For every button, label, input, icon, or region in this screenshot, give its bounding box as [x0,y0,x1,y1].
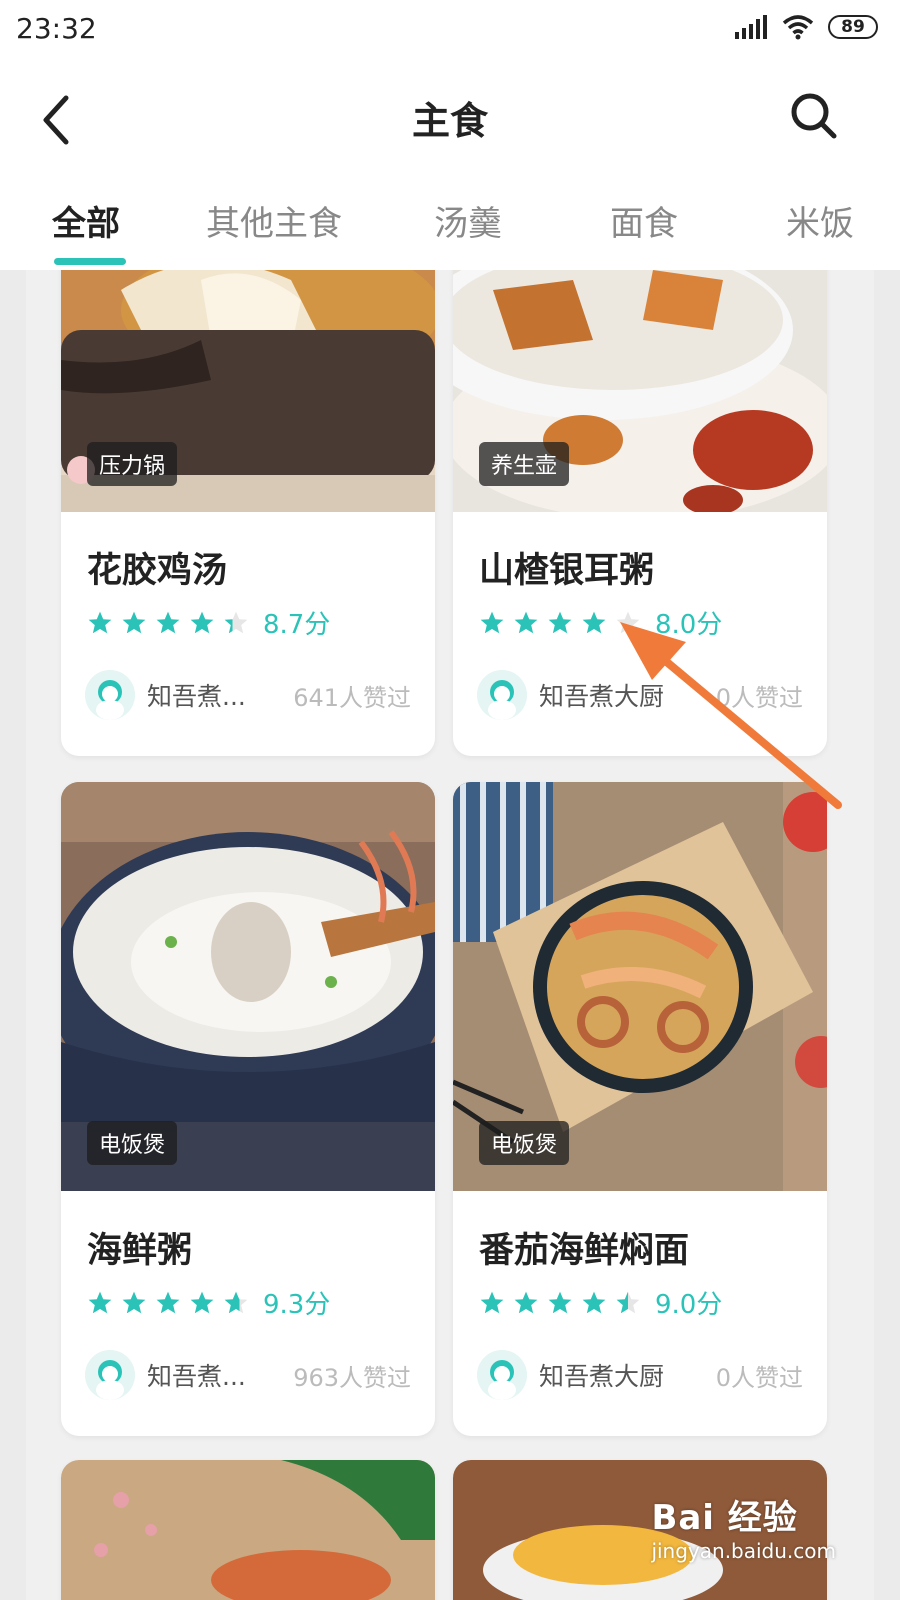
author-avatar [85,1350,135,1400]
author-avatar [85,670,135,720]
wifi-icon [782,15,814,40]
cookware-tag: 电饭煲 [479,1121,570,1165]
rating-row: 8.0分 [479,604,722,641]
star-icon [190,1291,214,1313]
search-icon [791,93,837,139]
author-row: 知吾煮大厨 0人赞过 [477,1350,803,1400]
recipe-image: 养生壶 [453,270,827,512]
baidu-watermark: Bai 经验 jingyan.baidu.com [651,1490,836,1563]
recipe-image [61,1460,435,1600]
rating-row: 9.3分 [87,1284,330,1321]
star-icon [480,1291,504,1313]
recipe-title: 山楂银耳粥 [479,551,655,591]
battery-indicator: 89 [828,15,878,39]
author-name: 知吾煮大厨 [539,1362,665,1391]
author-row: 知吾煮大厨 0人赞过 [477,670,803,720]
rating-score: 9.0分 [655,1290,723,1320]
author-avatar [477,670,527,720]
rating-row: 8.7分 [87,604,330,641]
tab-all[interactable]: 全部 [52,196,120,245]
star-icon [156,611,180,633]
signal-icon [735,15,767,39]
star-icon [156,1291,180,1313]
recipe-card[interactable]: 压力锅 花胶鸡汤 8.7分 知吾煮... 641人赞过 [61,270,435,756]
author-row: 知吾煮... 963人赞过 [85,1350,411,1400]
recipe-card[interactable]: 电饭煲 番茄海鲜焖面 9.0分 知吾煮大厨 0人赞过 [453,782,827,1436]
recipe-title: 番茄海鲜焖面 [479,1231,690,1271]
cookware-tag: 压力锅 [87,442,178,486]
star-icon [548,1291,572,1313]
likes-count: 0人赞过 [715,683,803,712]
likes-count: 0人赞过 [715,1363,803,1392]
recipe-title: 海鲜粥 [87,1231,193,1271]
status-icons: 89 [734,14,878,40]
author-row: 知吾煮... 641人赞过 [85,670,411,720]
tab-other-staples[interactable]: 其他主食 [206,196,342,245]
rating-row: 9.0分 [479,1284,722,1321]
star-icon [616,1291,640,1313]
likes-count: 641人赞过 [293,683,411,712]
author-name: 知吾煮... [147,1362,246,1391]
recipe-image: 电饭煲 [61,782,435,1191]
cookware-tag: 电饭煲 [87,1121,178,1165]
author-name: 知吾煮... [147,682,246,711]
rating-score: 8.0分 [655,610,723,640]
recipe-image: 压力锅 [61,270,435,512]
tab-rice[interactable]: 米饭 [786,196,854,245]
nav-bar: 主食 [0,62,900,174]
rating-score: 9.3分 [263,1290,331,1320]
category-tabs: 全部 其他主食 汤羹 面食 米饭 [0,174,900,270]
star-icon [514,611,538,633]
recipe-grid: 压力锅 花胶鸡汤 8.7分 知吾煮... 641人赞过 养生壶 山楂银耳粥 8.… [26,270,874,1600]
likes-count: 963人赞过 [293,1363,411,1392]
recipe-card[interactable] [61,1460,435,1600]
search-button[interactable] [788,90,844,146]
watermark-url: jingyan.baidu.com [651,1539,836,1563]
watermark-brand: Bai 经验 [651,1498,798,1538]
recipe-image: 电饭煲 [453,782,827,1191]
star-icon [514,1291,538,1313]
star-icon [122,611,146,633]
status-bar: 23:32 89 [0,0,900,62]
recipe-title: 花胶鸡汤 [87,551,228,591]
page-title: 主食 [411,99,488,143]
author-name: 知吾煮大厨 [539,682,665,711]
author-avatar [477,1350,527,1400]
recipe-card[interactable]: 电饭煲 海鲜粥 9.3分 知吾煮... 963人赞过 [61,782,435,1436]
star-icon [122,1291,146,1313]
star-icon [88,1291,112,1313]
star-icon [224,611,248,633]
tab-noodles[interactable]: 面食 [610,196,678,245]
star-icon [224,1291,248,1313]
rating-score: 8.7分 [263,610,331,640]
cookware-tag: 养生壶 [479,442,570,486]
star-icon [582,1291,606,1313]
star-icon [190,611,214,633]
star-icon [480,611,504,633]
tab-soup[interactable]: 汤羹 [434,196,502,245]
recipe-card[interactable]: 养生壶 山楂银耳粥 8.0分 知吾煮大厨 0人赞过 [453,270,827,756]
status-time: 23:32 [16,12,97,45]
star-icon [548,611,572,633]
star-icon [616,611,640,633]
star-icon [88,611,112,633]
star-icon [582,611,606,633]
active-tab-indicator [54,258,126,265]
